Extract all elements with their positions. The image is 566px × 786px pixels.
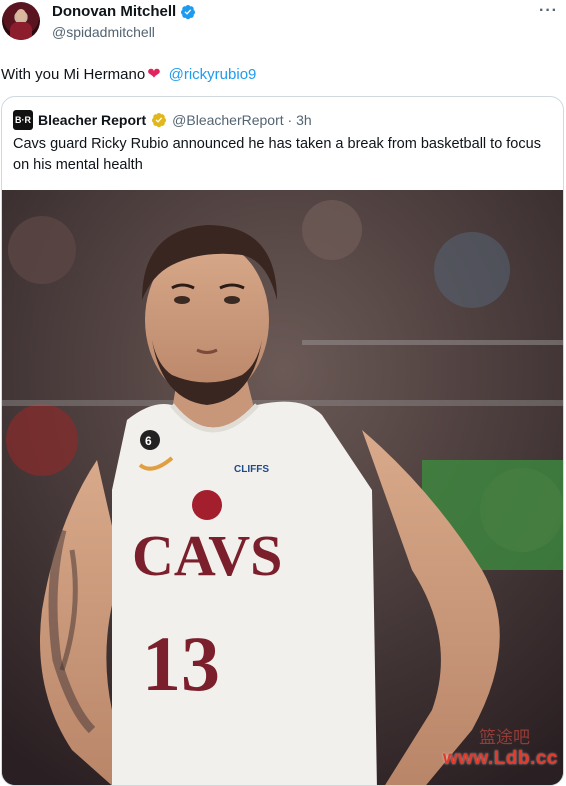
avatar-face [16,9,26,21]
avatar-shirt [10,22,32,40]
tweet-text: With you Mi Hermano ❤ @rickyrubio9 [1,64,256,84]
player-photo-illustration: CAVS 13 6 CLIFFS [2,190,563,785]
more-options-icon[interactable]: ··· [539,2,558,20]
verified-badge-icon [181,4,196,19]
quote-photo[interactable]: CAVS 13 6 CLIFFS [2,190,563,785]
heart-emoji-icon: ❤ [147,66,161,83]
author-display-name[interactable]: Donovan Mitchell [52,3,176,20]
watermark-cn-text: 篮途吧 [479,728,530,748]
quote-text: Cavs guard Ricky Rubio announced he has … [13,136,541,173]
gold-verified-icon [152,113,167,128]
jersey-team-text: CAVS [132,523,282,588]
jersey-number-text: 13 [142,620,220,707]
bleacher-report-logo: B·R [13,110,33,130]
jersey-sponsor-text: CLIFFS [234,464,269,475]
jersey-patch-number: 6 [145,434,152,448]
quoted-tweet-card[interactable]: B·R Bleacher Report @BleacherReport · 3h… [1,96,564,786]
author-name-row[interactable]: Donovan Mitchell [52,3,196,20]
quote-author-name[interactable]: Bleacher Report [38,112,146,128]
author-handle[interactable]: @spidadmitchell [52,24,155,40]
author-avatar[interactable] [2,2,40,40]
watermark-site-text: www.Ldb.cc [442,748,558,769]
tweet-body: With you Mi Hermano [1,65,146,83]
quote-header: B·R Bleacher Report @BleacherReport · 3h [13,110,312,130]
mention-link[interactable]: @rickyrubio9 [169,66,257,83]
quote-handle-time[interactable]: @BleacherReport · 3h [172,112,312,128]
